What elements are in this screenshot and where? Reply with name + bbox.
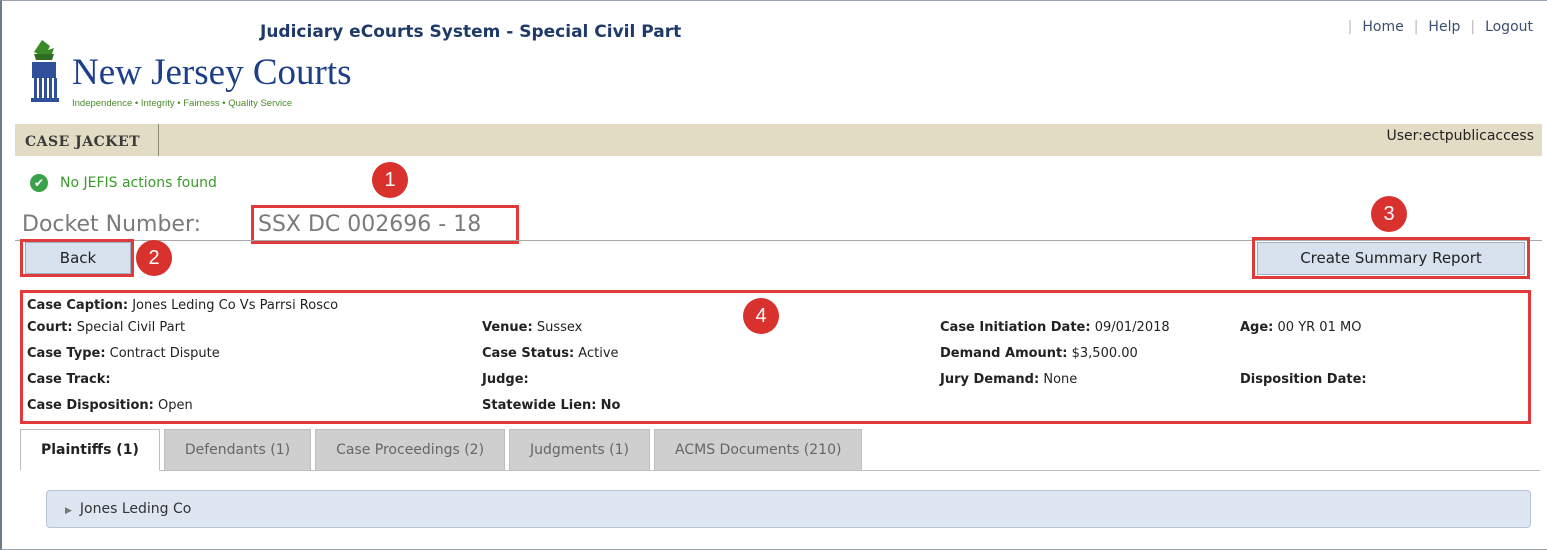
case-tabs: Plaintiffs (1) Defendants (1) Case Proce… — [20, 429, 866, 471]
check-icon: ✔ — [30, 174, 48, 192]
annotation-badge-1: 1 — [372, 162, 408, 198]
venue-field: Venue: Sussex — [482, 320, 582, 335]
highlight-box-summary — [1252, 237, 1530, 279]
link-separator: | — [1347, 19, 1353, 35]
case-disposition-field: Case Disposition: Open — [27, 398, 193, 413]
docket-label: Docket Number: — [22, 212, 202, 237]
highlight-box-back — [20, 239, 134, 277]
top-links: | Home | Help | Logout — [1348, 19, 1533, 35]
case-caption-field: Case Caption: Jones Leding Co Vs Parrsi … — [27, 298, 338, 313]
jury-demand-value: None — [1043, 372, 1078, 387]
judge-label: Judge: — [482, 372, 529, 387]
court-label: Court: — [27, 320, 73, 335]
user-label: User:ectpublicaccess — [1386, 128, 1534, 144]
demand-amount-value: $3,500.00 — [1071, 346, 1138, 361]
status-message-text: No JEFIS actions found — [60, 175, 217, 191]
case-type-field: Case Type: Contract Dispute — [27, 346, 220, 361]
statewide-lien-label: Statewide Lien: — [482, 398, 597, 413]
link-separator: | — [1413, 19, 1419, 35]
case-disposition-value: Open — [158, 398, 193, 413]
plaintiff-accordion-item[interactable]: ▶ Jones Leding Co — [46, 490, 1531, 528]
system-title: Judiciary eCourts System - Special Civil… — [260, 22, 682, 42]
case-status-field: Case Status: Active — [482, 346, 619, 361]
home-link[interactable]: Home — [1362, 19, 1403, 35]
link-separator: | — [1470, 19, 1476, 35]
case-type-label: Case Type: — [27, 346, 106, 361]
statewide-lien-field: Statewide Lien: No — [482, 398, 620, 413]
annotation-badge-4: 4 — [743, 298, 779, 334]
jury-demand-label: Jury Demand: — [940, 372, 1040, 387]
help-link[interactable]: Help — [1428, 19, 1460, 35]
judge-field: Judge: — [482, 372, 529, 387]
annotation-badge-2: 2 — [136, 240, 172, 276]
case-initiation-date-field: Case Initiation Date: 09/01/2018 — [940, 320, 1170, 335]
venue-label: Venue: — [482, 320, 533, 335]
case-disposition-label: Case Disposition: — [27, 398, 154, 413]
age-value: 00 YR 01 MO — [1277, 320, 1362, 335]
case-jacket-tab[interactable]: CASE JACKET — [15, 124, 160, 156]
brand-tagline: Independence • Integrity • Fairness • Qu… — [72, 98, 293, 109]
venue-value: Sussex — [536, 320, 583, 335]
logout-link[interactable]: Logout — [1485, 19, 1533, 35]
tab-plaintiffs[interactable]: Plaintiffs (1) — [20, 429, 160, 471]
case-type-value: Contract Dispute — [109, 346, 220, 361]
case-track-field: Case Track: — [27, 372, 111, 387]
case-track-label: Case Track: — [27, 372, 111, 387]
brand-name[interactable]: New Jersey Courts — [72, 54, 352, 91]
statewide-lien-value: No — [600, 398, 621, 413]
status-message: ✔ No JEFIS actions found — [30, 174, 217, 192]
disposition-date-label: Disposition Date: — [1240, 372, 1367, 387]
court-value: Special Civil Part — [76, 320, 186, 335]
case-initiation-date-value: 09/01/2018 — [1094, 320, 1170, 335]
demand-amount-label: Demand Amount: — [940, 346, 1068, 361]
age-label: Age: — [1240, 320, 1274, 335]
tab-case-proceedings[interactable]: Case Proceedings (2) — [315, 429, 506, 471]
nav-bar: CASE JACKET User:ectpublicaccess — [15, 124, 1542, 156]
demand-amount-field: Demand Amount: $3,500.00 — [940, 346, 1138, 361]
case-status-label: Case Status: — [482, 346, 575, 361]
tab-acms-documents[interactable]: ACMS Documents (210) — [654, 429, 863, 471]
age-field: Age: 00 YR 01 MO — [1240, 320, 1361, 335]
jury-demand-field: Jury Demand: None — [940, 372, 1077, 387]
nj-courts-logo-icon — [31, 40, 59, 102]
case-initiation-date-label: Case Initiation Date: — [940, 320, 1091, 335]
caret-right-icon: ▶ — [65, 506, 72, 516]
tab-defendants[interactable]: Defendants (1) — [163, 429, 312, 471]
tab-judgments[interactable]: Judgments (1) — [509, 429, 651, 471]
case-caption-value: Jones Leding Co Vs Parrsi Rosco — [132, 298, 339, 313]
annotation-badge-3: 3 — [1371, 196, 1407, 232]
highlight-box-docket — [251, 205, 519, 244]
plaintiff-name: Jones Leding Co — [79, 501, 192, 517]
case-status-value: Active — [578, 346, 619, 361]
disposition-date-field: Disposition Date: — [1240, 372, 1367, 387]
case-caption-label: Case Caption: — [27, 298, 129, 313]
court-field: Court: Special Civil Part — [27, 320, 185, 335]
